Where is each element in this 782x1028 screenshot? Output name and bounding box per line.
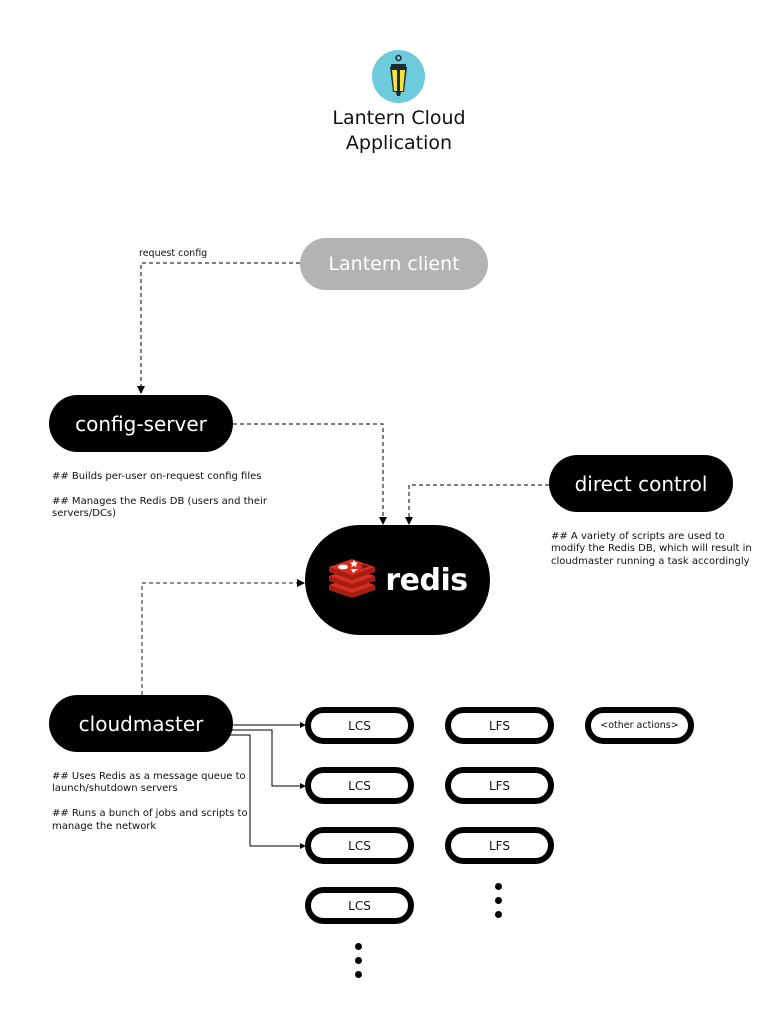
cloudmaster-label: cloudmaster [78,711,204,736]
lfs-more-ellipsis [495,883,503,925]
edge-cloudmaster-to-redis [141,579,305,695]
ellipsis-dot [355,943,362,950]
edge-direct-to-redis [405,484,549,525]
lfs-node: LFS [445,707,554,744]
cloudmaster-notes: ## Uses Redis as a message queue to laun… [52,758,252,846]
cloudmaster-note: ## Uses Redis as a message queue to laun… [52,770,246,795]
direct-control-notes: ## A variety of scripts are used to modi… [551,518,761,581]
edge-label-request-config: request config [139,248,208,259]
title-line-1: Lantern Cloud [332,107,466,129]
lcs-label: LCS [348,778,371,793]
lcs-node: LCS [305,767,414,804]
lcs-node: LCS [305,707,414,744]
config-server-node: config-server [49,395,233,452]
page-title: Lantern Cloud Application [300,106,498,156]
lcs-label: LCS [348,838,371,853]
ellipsis-dot [495,883,502,890]
cloudmaster-node: cloudmaster [49,695,233,752]
ellipsis-dot [495,897,502,904]
lfs-node: LFS [445,827,554,864]
lcs-label: LCS [348,718,371,733]
config-server-notes: ## Builds per-user on-request config fil… [52,458,292,533]
lantern-icon [372,50,425,103]
ellipsis-dot [495,911,502,918]
lcs-node: LCS [305,887,414,924]
redis-logo-icon [327,557,377,603]
lcs-label: LCS [348,898,371,913]
config-server-note: ## Manages the Redis DB (users and their… [52,495,267,520]
config-server-label: config-server [75,411,207,436]
lfs-label: LFS [489,838,510,853]
lfs-label: LFS [489,718,510,733]
cloudmaster-note: ## Runs a bunch of jobs and scripts to m… [52,808,248,832]
lfs-node: LFS [445,767,554,804]
edge-client-to-config [137,262,300,394]
config-server-note: ## Builds per-user on-request config fil… [52,470,262,482]
other-actions-node: <other actions> [585,707,694,744]
direct-control-label: direct control [574,471,708,496]
direct-control-node: direct control [549,455,733,512]
lcs-more-ellipsis [355,943,363,985]
redis-node: redis [305,525,490,635]
lantern-client-node: Lantern client [300,238,488,290]
lcs-node: LCS [305,827,414,864]
lantern-client-label: Lantern client [328,253,460,275]
redis-label: redis [385,562,468,598]
other-actions-label: <other actions> [600,720,679,731]
title-line-2: Application [345,132,453,154]
ellipsis-dot [355,971,362,978]
lfs-label: LFS [489,778,510,793]
ellipsis-dot [355,957,362,964]
direct-control-note: ## A variety of scripts are used to modi… [551,530,752,567]
